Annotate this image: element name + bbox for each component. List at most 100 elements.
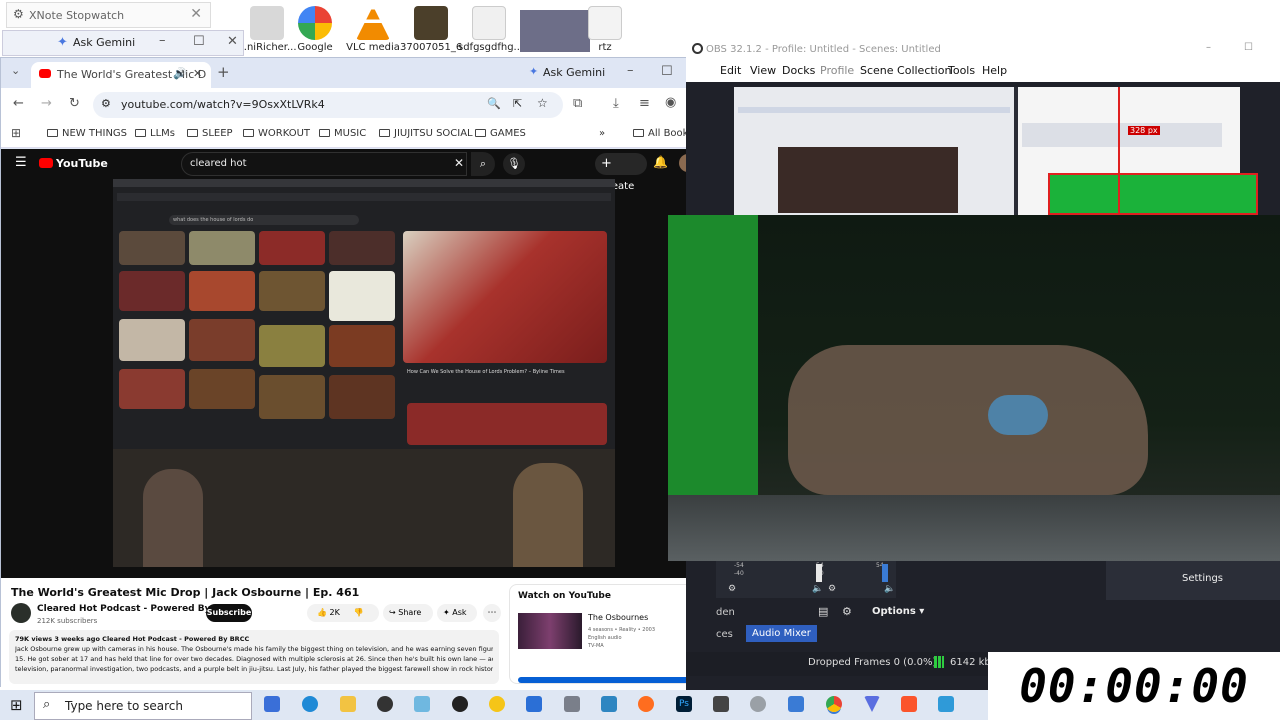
app-icon[interactable] xyxy=(750,696,766,712)
obs-icon[interactable] xyxy=(452,696,468,712)
zoom-icon[interactable]: 🔍 xyxy=(487,97,501,110)
download-icon[interactable]: ⤓ xyxy=(613,96,619,111)
settings-button[interactable]: Settings xyxy=(1182,573,1223,584)
subscribe-button[interactable]: Subscribe xyxy=(206,604,252,622)
bookmark-star-icon[interactable]: ☆ xyxy=(537,96,548,110)
menu-help[interactable]: Help xyxy=(982,64,1007,77)
menu-view[interactable]: View xyxy=(750,64,776,77)
gear-icon[interactable]: ⚙ xyxy=(828,584,836,594)
chrome-icon[interactable] xyxy=(826,696,842,712)
notifications-bell-icon[interactable]: 🔔 xyxy=(653,155,668,169)
menu-scene-collection[interactable]: Scene Collection xyxy=(860,64,951,77)
speaker-icon[interactable]: 🔈 xyxy=(812,584,823,594)
firefox-icon[interactable] xyxy=(638,696,654,712)
site-info-icon[interactable]: ⚙ xyxy=(101,97,111,110)
bookmark-folder[interactable]: JIUJITSU SOCIAL xyxy=(379,128,473,139)
bookmark-folder[interactable]: MUSIC xyxy=(319,128,366,139)
app-icon[interactable] xyxy=(938,696,954,712)
app-icon[interactable] xyxy=(564,696,580,712)
bookmark-folder[interactable]: SLEEP xyxy=(187,128,233,139)
back-icon[interactable]: ← xyxy=(13,96,24,111)
maximize-icon[interactable]: ☐ xyxy=(193,34,205,49)
gear-icon[interactable]: ⚙ xyxy=(842,605,852,618)
more-actions-icon[interactable]: ⋯ xyxy=(483,604,501,622)
like-dislike-button[interactable]: 👍 2K 👎 xyxy=(307,604,379,622)
video-player[interactable]: what does the house of lords do How Can … xyxy=(113,179,615,567)
app-icon[interactable] xyxy=(864,696,880,712)
extensions-icon[interactable]: ⧉ xyxy=(573,96,582,111)
app-icon[interactable] xyxy=(788,696,804,712)
taskbar-search-input[interactable]: ⌕ Type here to search xyxy=(34,692,252,720)
maximize-icon[interactable]: ☐ xyxy=(661,64,673,79)
watch-button[interactable] xyxy=(518,677,690,683)
speaker-icon[interactable]: 🔈 xyxy=(884,584,895,594)
menu-docks[interactable]: Docks xyxy=(782,64,815,77)
desktop-icon-txt[interactable]: rtz xyxy=(574,6,636,58)
brave-icon[interactable] xyxy=(901,696,917,712)
apps-grid-icon[interactable]: ⊞ xyxy=(11,126,21,140)
microphone-icon[interactable]: 🎙 xyxy=(503,153,525,175)
volume-slider-handle[interactable] xyxy=(816,564,822,582)
desktop-icon-vlc[interactable]: VLC media xyxy=(342,6,404,58)
menu-tools[interactable]: Tools xyxy=(948,64,975,77)
lightbulb-icon[interactable] xyxy=(489,696,505,712)
forward-icon[interactable]: → xyxy=(41,96,52,111)
app-icon[interactable] xyxy=(601,696,617,712)
desktop-icon-image[interactable]: 37007051_6... xyxy=(400,6,462,58)
minimize-icon[interactable]: – xyxy=(627,63,634,78)
ask-button[interactable]: ✦ Ask xyxy=(437,604,477,622)
new-tab-icon[interactable]: + xyxy=(217,63,230,81)
channel-avatar[interactable] xyxy=(11,603,31,623)
address-bar[interactable]: ⚙ youtube.com/watch?v=9OsxXtLVRk4 🔍 ⇱ ☆ xyxy=(93,92,563,118)
video-description[interactable]: 79K views 3 weeks ago Cleared Hot Podcas… xyxy=(9,630,499,684)
profile-icon[interactable]: ◉ xyxy=(665,95,676,110)
minimize-icon[interactable]: – xyxy=(159,33,166,48)
create-button[interactable]: + Create xyxy=(595,153,647,192)
obs-preview[interactable]: 328 px xyxy=(734,87,1258,219)
windows-start-icon[interactable]: ⊞ xyxy=(10,696,23,714)
list-icon[interactable]: ▤ xyxy=(818,605,828,618)
audio-icon[interactable]: 🔊 xyxy=(173,67,187,80)
bookmark-folder[interactable]: GAMES xyxy=(475,128,526,139)
menu-profile[interactable]: Profile xyxy=(820,64,854,77)
close-icon[interactable]: ✕ xyxy=(227,34,238,49)
install-icon[interactable]: ⇱ xyxy=(513,97,522,110)
thumbs-up-icon[interactable]: 👍 xyxy=(317,608,327,617)
reload-icon[interactable]: ↻ xyxy=(69,96,80,111)
search-icon[interactable]: ⌕ xyxy=(471,152,495,176)
options-button[interactable]: Options ▾ xyxy=(872,606,924,617)
thumbs-down-icon[interactable]: 👎 xyxy=(354,608,364,617)
hamburger-menu-icon[interactable]: ☰ xyxy=(15,155,27,170)
bookmark-folder[interactable]: WORKOUT xyxy=(243,128,310,139)
bookmark-folder[interactable]: NEW THINGS xyxy=(47,128,127,139)
desktop-icon-doc[interactable]: sdfgsgdfhg... xyxy=(458,6,520,58)
ask-gemini-button[interactable]: Ask Gemini xyxy=(543,66,605,79)
watch-on-youtube-card[interactable]: Watch on YouTube The Osbournes 4 seasons… xyxy=(509,584,699,684)
tab-scenes[interactable]: ces xyxy=(716,629,733,640)
photoshop-icon[interactable]: Ps xyxy=(676,696,692,712)
clear-search-icon[interactable]: ✕ xyxy=(454,156,464,170)
file-explorer-icon[interactable] xyxy=(340,696,356,712)
volume-slider-handle[interactable] xyxy=(882,564,888,582)
show-thumbnail[interactable] xyxy=(518,613,582,649)
app-icon[interactable] xyxy=(414,696,430,712)
ask-gemini-window[interactable]: ✦ Ask Gemini – ☐ ✕ xyxy=(2,30,244,56)
media-icon[interactable]: ≡ xyxy=(639,96,650,111)
edge-icon[interactable] xyxy=(302,696,318,712)
youtube-search-input[interactable]: cleared hot ✕ xyxy=(181,152,467,176)
youtube-logo-icon[interactable] xyxy=(39,158,53,168)
task-view-icon[interactable] xyxy=(264,696,280,712)
more-bookmarks-icon[interactable]: » xyxy=(599,128,605,139)
document-icon[interactable] xyxy=(526,696,542,712)
tab-search-chevron-icon[interactable]: ⌄ xyxy=(11,64,20,77)
tab-audio-mixer[interactable]: Audio Mixer xyxy=(746,625,817,642)
gear-icon[interactable]: ⚙ xyxy=(728,584,736,594)
app-icon[interactable] xyxy=(713,696,729,712)
menu-edit[interactable]: Edit xyxy=(720,64,741,77)
tab-youtube[interactable]: The World's Greatest Mic D 🔊 ✕ xyxy=(31,62,211,88)
xnote-stopwatch-window[interactable]: ⚙ XNote Stopwatch ✕ xyxy=(6,2,211,28)
close-icon[interactable]: ✕ xyxy=(190,6,202,22)
tab-close-icon[interactable]: ✕ xyxy=(193,67,202,80)
share-button[interactable]: ↪ Share xyxy=(383,604,433,622)
app-icon[interactable] xyxy=(377,696,393,712)
